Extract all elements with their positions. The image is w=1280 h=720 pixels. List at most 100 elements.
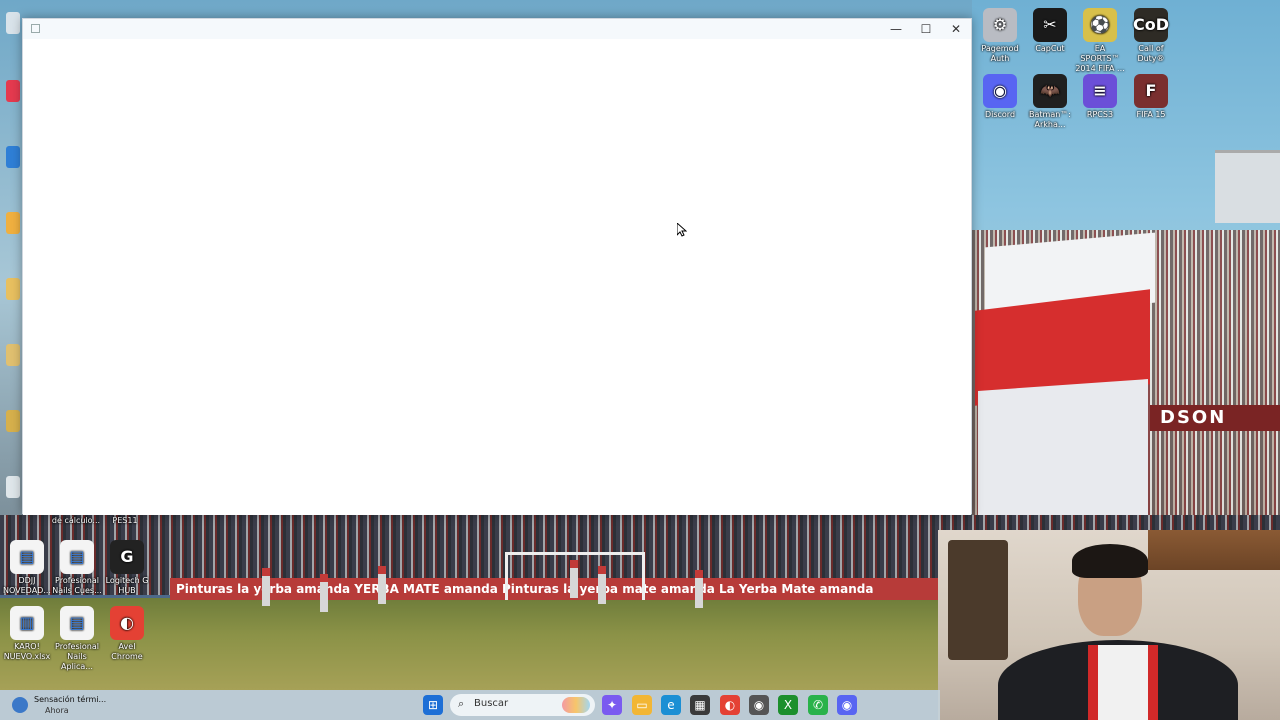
desktop-icon[interactable]: CoD Call of Duty® bbox=[1126, 8, 1176, 64]
desktop-icon-label: Pagemod Auth bbox=[981, 44, 1019, 63]
desktop-icon-partial[interactable] bbox=[6, 344, 20, 366]
wallpaper-player bbox=[695, 570, 703, 608]
taskbar-explorer-icon[interactable]: ▭ bbox=[632, 695, 652, 715]
desktop-label-partial[interactable]: PES11 bbox=[100, 516, 150, 526]
desktop-icon-partial[interactable] bbox=[6, 146, 20, 168]
desktop-icon-partial[interactable] bbox=[6, 212, 20, 234]
taskbar-store-icon[interactable]: ▦ bbox=[690, 695, 710, 715]
window-content-area[interactable] bbox=[23, 39, 971, 515]
taskbar-search[interactable]: ⌕ Buscar bbox=[450, 694, 595, 716]
desktop-icon[interactable]: F FIFA 15 bbox=[1126, 74, 1176, 120]
desktop-icon-label: Profesional Nails Cues... bbox=[52, 576, 102, 595]
app-icon: F bbox=[1134, 74, 1168, 108]
webcam-ceiling bbox=[1148, 530, 1280, 570]
taskbar-capture-icon[interactable]: ◉ bbox=[749, 695, 769, 715]
start-button[interactable]: ⊞ bbox=[423, 695, 443, 715]
app-icon: ◉ bbox=[983, 74, 1017, 108]
wallpaper-player bbox=[262, 568, 270, 606]
webcam-shelf bbox=[948, 540, 1008, 660]
taskbar-edge-icon[interactable]: e bbox=[661, 695, 681, 715]
desktop-icon-label: Discord bbox=[984, 110, 1016, 119]
desktop-icon-label: Logitech G HUB bbox=[105, 576, 149, 595]
close-button[interactable]: ✕ bbox=[941, 19, 971, 39]
wallpaper-player bbox=[320, 574, 328, 612]
left-desktop-icons bbox=[0, 0, 24, 520]
minimize-icon: — bbox=[890, 22, 902, 36]
webcam-overlay bbox=[938, 530, 1280, 720]
desktop-label: de cálculo... bbox=[51, 516, 101, 525]
wallpaper-player bbox=[570, 560, 578, 598]
weather-icon bbox=[12, 697, 28, 713]
taskbar-discord-icon[interactable]: ◉ bbox=[837, 695, 857, 715]
weather-widget[interactable]: Sensación térmi... Ahora bbox=[10, 693, 130, 717]
desktop-icon[interactable]: ▤ Profesional Nails Aplica... bbox=[52, 606, 102, 672]
desktop-icon[interactable]: 🦇 Batman™: Arkha... bbox=[1025, 74, 1075, 130]
desktop-icon-partial[interactable] bbox=[6, 410, 20, 432]
desktop-label: PES11 bbox=[112, 516, 138, 525]
desktop-icon-label: RPCS3 bbox=[1086, 110, 1114, 119]
desktop-icon[interactable]: ◐ Avel Chrome bbox=[102, 606, 152, 662]
file-icon: G bbox=[110, 540, 144, 574]
desktop-icon-partial[interactable] bbox=[6, 80, 20, 102]
weather-subtitle: Ahora bbox=[45, 706, 69, 715]
taskbar-copilot-icon[interactable]: ✦ bbox=[602, 695, 622, 715]
desktop-icon-label: CapCut bbox=[1035, 44, 1065, 53]
taskbar-whatsapp-icon[interactable]: ✆ bbox=[808, 695, 828, 715]
app-icon bbox=[31, 24, 40, 33]
close-icon: ✕ bbox=[950, 22, 962, 36]
desktop-icon-label: KARO! NUEVO.xlsx bbox=[3, 642, 51, 661]
desktop-icon[interactable]: ▤ DDJJ NOVEDAD... bbox=[2, 540, 52, 596]
desktop-icon-label: Profesional Nails Aplica... bbox=[55, 642, 99, 671]
desktop-icon-label: Batman™: Arkha... bbox=[1029, 110, 1071, 129]
app-icon: CoD bbox=[1133, 8, 1169, 42]
file-icon: ▤ bbox=[60, 540, 94, 574]
maximize-button[interactable]: ☐ bbox=[911, 19, 941, 39]
app-icon: ⚙ bbox=[983, 8, 1017, 42]
taskbar: Sensación térmi... Ahora ⊞ ⌕ Buscar ✦ ▭ e ▦… bbox=[0, 690, 940, 720]
search-placeholder: Buscar bbox=[474, 698, 509, 709]
mouse-cursor-icon bbox=[677, 223, 687, 237]
desktop-icon-label: FIFA 15 bbox=[1136, 110, 1166, 119]
desktop-icon-label: Avel Chrome bbox=[111, 642, 143, 661]
file-icon: ▤ bbox=[10, 540, 44, 574]
wallpaper-player bbox=[598, 566, 606, 604]
app-icon: 🦇 bbox=[1033, 74, 1067, 108]
wallpaper-tower bbox=[1215, 150, 1280, 223]
app-window[interactable]: — ☐ ✕ bbox=[22, 18, 972, 515]
file-icon: ▥ bbox=[10, 606, 44, 640]
desktop-icon-label: EA SPORTS™ 2014 FIFA ... bbox=[1075, 44, 1125, 73]
search-highlight-image bbox=[562, 697, 590, 713]
file-icon: ◐ bbox=[110, 606, 144, 640]
wallpaper-flag-white-lower bbox=[978, 379, 1148, 531]
window-titlebar[interactable]: — ☐ ✕ bbox=[23, 19, 971, 39]
desktop-icon-partial[interactable] bbox=[6, 476, 20, 498]
desktop-icon[interactable]: ≡ RPCS3 bbox=[1075, 74, 1125, 120]
desktop-icon-partial[interactable] bbox=[6, 12, 20, 34]
desktop-icon[interactable]: ▤ Profesional Nails Cues... bbox=[52, 540, 102, 596]
app-icon: ⚽ bbox=[1083, 8, 1117, 42]
minimize-button[interactable]: — bbox=[881, 19, 911, 39]
file-icon: ▤ bbox=[60, 606, 94, 640]
wallpaper-banner-text: DSON bbox=[1160, 407, 1227, 428]
weather-title: Sensación térmi... bbox=[34, 695, 107, 704]
desktop-icon-label: DDJJ NOVEDAD... bbox=[3, 576, 51, 595]
desktop-icon-partial[interactable] bbox=[6, 278, 20, 300]
webcam-person-shirt bbox=[1088, 645, 1158, 720]
wallpaper-player bbox=[378, 566, 386, 604]
desktop-icon[interactable]: ▥ KARO! NUEVO.xlsx bbox=[2, 606, 52, 662]
desktop-icon[interactable]: ⚽ EA SPORTS™ 2014 FIFA ... bbox=[1075, 8, 1125, 74]
desktop-icon[interactable]: G Logitech G HUB bbox=[102, 540, 152, 596]
desktop-icon-label: Call of Duty® bbox=[1137, 44, 1165, 63]
taskbar-xbox-icon[interactable]: X bbox=[778, 695, 798, 715]
desktop-icon[interactable]: ✂ CapCut bbox=[1025, 8, 1075, 54]
webcam-person-hair bbox=[1072, 544, 1148, 578]
desktop-label-partial[interactable]: de cálculo... bbox=[48, 516, 104, 526]
desktop-icon[interactable]: ◉ Discord bbox=[975, 74, 1025, 120]
app-icon: ✂ bbox=[1033, 8, 1067, 42]
wallpaper-banner: DSON bbox=[1150, 405, 1280, 431]
maximize-icon: ☐ bbox=[920, 22, 932, 36]
search-icon: ⌕ bbox=[458, 697, 465, 710]
desktop-icon[interactable]: ⚙ Pagemod Auth bbox=[975, 8, 1025, 64]
taskbar-chrome-icon[interactable]: ◐ bbox=[720, 695, 740, 715]
app-icon: ≡ bbox=[1083, 74, 1117, 108]
